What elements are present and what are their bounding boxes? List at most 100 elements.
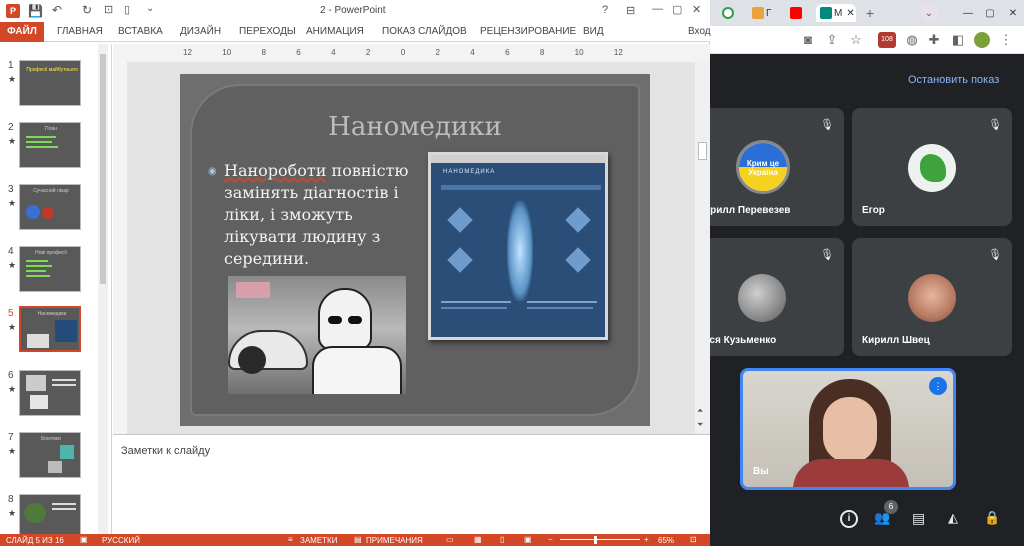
profile-avatar[interactable] [974, 32, 990, 48]
browser-tab[interactable]: Г [752, 4, 780, 22]
slide-thumbnail[interactable]: Нові професії [19, 246, 81, 292]
ribbon-display-icon[interactable]: ⊟ [626, 4, 635, 17]
new-tab-button[interactable]: + [860, 4, 880, 22]
stop-presenting-button[interactable]: Остановить показ [908, 74, 999, 86]
extension-badge[interactable]: 108 [878, 32, 896, 48]
activities-icon[interactable]: ◭ [948, 510, 966, 528]
info-icon[interactable]: i [840, 510, 858, 528]
new-doc-icon[interactable]: ▯ [124, 3, 130, 16]
slide-body-text[interactable]: Нанороботи повністю замінять діагностів … [224, 160, 414, 270]
slide-sorter-icon[interactable]: ▦ [474, 535, 482, 544]
tab-transitions[interactable]: ПЕРЕХОДЫ [239, 26, 296, 37]
website-screenshot-image[interactable]: НАНОМЕДИКА [428, 152, 608, 340]
camera-icon[interactable]: ◙ [800, 32, 816, 48]
notes-toggle[interactable]: ЗАМЕТКИ [300, 536, 337, 545]
tab-home[interactable]: ГЛАВНАЯ [57, 26, 103, 37]
zoom-slider-thumb[interactable] [594, 536, 597, 544]
thumb-star: ★ [8, 508, 17, 518]
self-video-tile[interactable]: ⋮ Вы [740, 368, 956, 490]
close-icon[interactable]: ✕ [846, 8, 854, 19]
puzzle-icon[interactable]: ✚ [926, 32, 942, 48]
tab-design[interactable]: ДИЗАЙН [180, 26, 221, 37]
dino-icon [920, 154, 946, 182]
notes-placeholder[interactable]: Заметки к слайду [121, 445, 210, 457]
spellcheck-icon[interactable]: ▣ [80, 535, 88, 544]
restore-icon[interactable]: ▢ [672, 3, 682, 16]
tab-slideshow[interactable]: ПОКАЗ СЛАЙДОВ [382, 26, 467, 37]
slide-thumbnail[interactable]: Сучасний лікар [19, 184, 81, 230]
stormtrooper-image[interactable] [228, 276, 406, 394]
participant-tile[interactable]: 🎙 Кирилл Швец [852, 238, 1012, 356]
participant-tile[interactable]: 🎙 еся Кузьменко [704, 238, 844, 356]
start-slideshow-icon[interactable]: ⊡ [104, 3, 113, 16]
current-slide[interactable]: Наномедики ◉ Нанороботи повністю замінят… [180, 74, 650, 426]
slide-thumbnail[interactable]: План [19, 122, 81, 168]
save-icon[interactable]: 💾 [28, 4, 43, 18]
editor-scrollbar[interactable]: ⏶ ⏷ [695, 62, 710, 434]
ruler-label: 2 [365, 48, 371, 57]
browser-tab[interactable] [790, 4, 818, 22]
chevron-down-icon[interactable]: ⌄ [920, 4, 938, 22]
zoom-slider[interactable] [560, 539, 640, 540]
redo-icon[interactable]: ↻ [82, 3, 92, 17]
share-icon[interactable]: ⇪ [824, 32, 840, 48]
qat-more-icon[interactable]: ⌄ [146, 3, 154, 14]
close-icon[interactable]: ✕ [692, 3, 701, 16]
slide-thumbnail[interactable]: Біоетики [19, 432, 81, 478]
language-indicator[interactable]: РУССКИЙ [102, 536, 140, 545]
tab-view[interactable]: ВИД [583, 26, 604, 37]
minimize-icon[interactable]: — [958, 4, 978, 22]
maximize-icon[interactable]: ▢ [980, 4, 1000, 22]
tab-review[interactable]: РЕЦЕНЗИРОВАНИЕ [480, 26, 576, 37]
tab-favicon-icon [722, 7, 734, 19]
slide-title[interactable]: Наномедики [180, 112, 650, 142]
signin-link[interactable]: Вход [688, 26, 711, 37]
undo-icon[interactable]: ↶ [52, 3, 62, 17]
zoom-out-icon[interactable]: − [548, 535, 553, 544]
slideshow-view-icon[interactable]: ▣ [524, 535, 532, 544]
zoom-level[interactable]: 65% [658, 536, 674, 545]
tab-file[interactable]: ФАЙЛ [0, 22, 44, 42]
participant-name: ирилл Перевезев [704, 205, 791, 216]
slide-thumbnails-pane: 1 ★ Професії майбутнього 2 ★ План 3 ★ Су… [0, 44, 112, 534]
tab-favicon-icon [752, 7, 764, 19]
sidepanel-icon[interactable]: ◧ [950, 32, 966, 48]
participant-tile[interactable]: 🎙 Крим це Україна ирилл Перевезев [704, 108, 844, 226]
zoom-in-icon[interactable]: + [644, 535, 649, 544]
host-controls-icon[interactable]: 🔒 [984, 510, 1002, 528]
ruler-label: 6 [505, 48, 510, 57]
thumb-number: 2 [8, 122, 14, 133]
slide-thumbnail[interactable] [19, 370, 81, 416]
menu-dots-icon[interactable]: ⋮ [998, 32, 1014, 48]
thumb-number: 5 [8, 308, 14, 319]
ruler-label: 10 [574, 48, 584, 57]
thumbs-scrollbar[interactable] [98, 44, 108, 534]
tab-insert[interactable]: ВСТАВКА [118, 26, 163, 37]
comments-toggle[interactable]: ПРИМЕЧАНИЯ [366, 536, 423, 545]
mic-off-icon: 🎙 [988, 249, 1002, 261]
star-icon[interactable]: ☆ [848, 32, 864, 48]
minimize-icon[interactable]: — [652, 3, 663, 15]
browser-tab[interactable] [722, 4, 750, 22]
next-slide-icon[interactable]: ⏷ [697, 420, 703, 430]
notes-pane[interactable]: Заметки к слайду [113, 434, 710, 534]
chat-icon[interactable]: ▤ [912, 510, 930, 528]
tab-animations[interactable]: АНИМАЦИЯ [306, 26, 364, 37]
thumb-text: План [44, 126, 58, 132]
close-window-icon[interactable]: ✕ [1004, 4, 1022, 22]
slide-thumbnail-selected[interactable]: Наномедики [19, 306, 81, 352]
comments-icon: ▤ [354, 535, 362, 544]
globe-icon[interactable]: ◍ [904, 32, 920, 48]
normal-view-icon[interactable]: ▭ [446, 535, 454, 544]
prev-slide-icon[interactable]: ⏶ [697, 406, 703, 416]
powerpoint-window: P 💾 ↶ ↻ ⊡ ▯ ⌄ 2 - PowerPoint ? ⊟ — ▢ ✕ Ф… [0, 0, 711, 546]
slide-thumbnail[interactable] [19, 494, 81, 534]
help-button[interactable]: ? [602, 4, 608, 16]
browser-tab-active[interactable]: М ✕ [816, 4, 856, 22]
ribbon-tabs: ФАЙЛ ГЛАВНАЯ ВСТАВКА ДИЗАЙН ПЕРЕХОДЫ АНИ… [0, 22, 711, 42]
fit-slide-icon[interactable]: ⊡ [690, 535, 697, 544]
participant-tile[interactable]: 🎙 Егор [852, 108, 1012, 226]
avatar [908, 274, 956, 322]
slide-thumbnail[interactable]: Професії майбутнього [19, 60, 81, 106]
reading-view-icon[interactable]: ▯ [500, 535, 504, 544]
